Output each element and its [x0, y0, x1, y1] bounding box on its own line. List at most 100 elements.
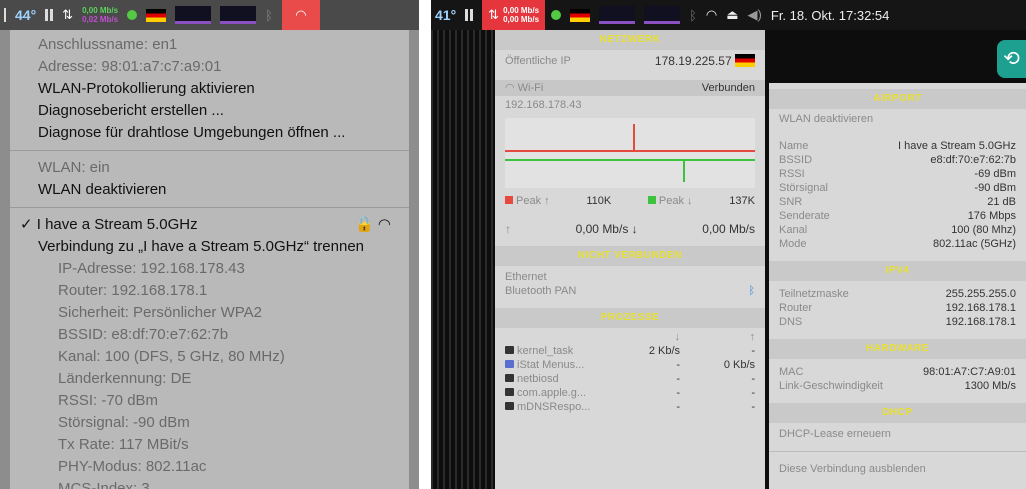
section-header-airport: AIRPORT	[769, 89, 1026, 109]
status-dot-icon	[551, 10, 562, 20]
process-name: netbiosd	[517, 373, 559, 385]
divider	[10, 150, 409, 151]
wifi-icon: ◠	[505, 82, 515, 94]
rate-up: 0,00 Mb/s	[82, 6, 119, 15]
rate-down: 0,02 Mb/s	[82, 15, 119, 24]
ipv4-value: 192.168.178.1	[945, 302, 1016, 314]
datetime[interactable]: Fr. 18. Okt. 17:32:54	[771, 8, 890, 23]
right-screenshot: ⟲ 41° ⇅ 0,00 Mb/s 0,00 Mb/s ᛒ ◠ ⏏ ◀) Fr.…	[431, 0, 1026, 489]
airport-value: I have a Stream 5.0GHz	[898, 140, 1016, 152]
download-column-icon: ↓	[674, 331, 681, 343]
section-header-nicht-verbunden: NICHT VERBUNDEN	[495, 246, 765, 266]
detail-ip: IP-Adresse: 192.168.178.43	[58, 260, 245, 277]
airport-row: RSSI -69 dBm	[769, 167, 1026, 181]
rate-down: 0,00 Mb/s	[503, 15, 540, 24]
wifi-row[interactable]: ◠ Wi-Fi Verbunden	[495, 80, 765, 96]
download-spike	[683, 160, 685, 182]
temperature-readout[interactable]: 41°	[435, 7, 456, 23]
wifi-status: WLAN: ein	[38, 159, 110, 176]
network-rates[interactable]: 0,00 Mb/s 0,02 Mb/s	[82, 6, 118, 24]
cpu-graph-icon[interactable]	[175, 6, 212, 24]
time-machine-icon[interactable]: ⟲	[997, 40, 1026, 78]
network-panel: NETZWERK Öffentliche IP 178.19.225.57 ◠ …	[495, 30, 765, 489]
bluetooth-pan-label: Bluetooth PAN	[505, 285, 577, 297]
memory-graph-icon[interactable]	[220, 6, 257, 24]
memory-bars-icon[interactable]	[45, 9, 54, 21]
germany-flag-icon	[570, 8, 591, 22]
process-name: kernel_task	[517, 345, 574, 357]
app-icon	[505, 360, 514, 368]
airport-row: SNR 21 dB	[769, 195, 1026, 209]
open-wireless-diagnostics[interactable]: Diagnose für drahtlose Umgebungen öffnen…	[10, 122, 409, 144]
peak-up-label: Peak ↑	[516, 195, 550, 207]
bluetooth-icon[interactable]: ᛒ	[689, 8, 697, 23]
detail-noise: Störsignal: -90 dBm	[58, 414, 190, 431]
disable-wifi[interactable]: WLAN deaktivieren	[10, 179, 409, 201]
detail-bssid: BSSID: e8:df:70:e7:62:7b	[58, 326, 229, 343]
temperature-readout[interactable]: 44°	[15, 7, 36, 23]
app-icon	[505, 402, 514, 410]
deactivate-wifi: WLAN deaktivieren	[779, 113, 874, 125]
section-header-dhcp: DHCP	[769, 403, 1026, 423]
ipv4-row: Teilnetzmaske 255.255.255.0	[769, 287, 1026, 301]
network-rates[interactable]: ⇅ 0,00 Mb/s 0,00 Mb/s	[482, 0, 546, 30]
local-ip: 192.168.178.43	[505, 99, 582, 111]
hardware-label: Link-Geschwindigkeit	[779, 380, 883, 392]
process-down: 2 Kb/s	[648, 345, 680, 357]
airport-label: SNR	[779, 196, 803, 208]
divider	[10, 207, 409, 208]
memory-bars-icon[interactable]	[465, 9, 474, 21]
network-item[interactable]: ✓ I have a Stream 5.0GHz 🔒 ◠	[10, 214, 409, 236]
cpu-icon[interactable]: ⇅	[62, 7, 73, 23]
process-down: -	[676, 401, 680, 413]
airport-row: Name I have a Stream 5.0GHz	[769, 139, 1026, 153]
deactivate-wifi-row[interactable]: WLAN deaktivieren	[769, 109, 1026, 129]
wifi-icon[interactable]: ◠	[706, 7, 717, 23]
upload-spike	[633, 124, 635, 151]
ipv4-value: 255.255.255.0	[945, 288, 1016, 300]
ethernet-row[interactable]: Ethernet	[495, 270, 765, 284]
ipv4-value: 192.168.178.1	[945, 316, 1016, 328]
disconnect-network[interactable]: Verbindung zu „I have a Stream 5.0GHz“ t…	[10, 236, 409, 258]
download-legend-icon	[647, 196, 656, 204]
network-name: ✓ I have a Stream 5.0GHz	[20, 216, 198, 233]
process-down: -	[676, 387, 680, 399]
memory-graph-icon[interactable]	[644, 6, 681, 24]
hide-connection-row[interactable]: Diese Verbindung ausblenden	[769, 458, 1026, 480]
ipv4-row: DNS 192.168.178.1	[769, 315, 1026, 329]
divider	[769, 451, 1026, 452]
hardware-label: MAC	[779, 366, 804, 378]
process-up: -	[751, 387, 755, 399]
hardware-value: 1300 Mb/s	[964, 380, 1016, 392]
dhcp-renew-row[interactable]: DHCP-Lease erneuern	[769, 423, 1026, 445]
enable-wifi-logging[interactable]: WLAN-Protokollierung aktivieren	[10, 78, 409, 100]
cpu-graph-icon[interactable]	[599, 6, 636, 24]
section-header-ipv4: IPV4	[769, 261, 1026, 281]
process-down: -	[676, 373, 680, 385]
process-up: -	[751, 401, 755, 413]
bluetooth-icon[interactable]: ᛒ	[265, 8, 273, 23]
airport-value: -69 dBm	[974, 168, 1016, 180]
hardware-row: MAC 98:01:A7:C7:A9:01	[769, 365, 1026, 379]
airport-value: 802.11ac (5GHz)	[933, 238, 1016, 250]
process-name: com.apple.g...	[517, 387, 587, 399]
bluetooth-pan-row[interactable]: Bluetooth PAN ᛒ	[495, 284, 765, 298]
detail-phy: PHY-Modus: 802.11ac	[58, 458, 207, 475]
airport-value: 176 Mbps	[967, 210, 1016, 222]
process-name: iStat Menus...	[517, 359, 585, 371]
eject-icon[interactable]: ⏏	[726, 7, 738, 23]
section-header-prozesse: PROZESSE	[495, 308, 765, 328]
wifi-icon[interactable]: ◠	[281, 0, 320, 30]
status-dot-icon	[127, 10, 138, 20]
airport-value: -90 dBm	[974, 182, 1016, 194]
left-screenshot: 44° ⇅ 0,00 Mb/s 0,02 Mb/s ᛒ ◠ Anschlussn…	[0, 0, 419, 489]
create-diagnostic-report[interactable]: Diagnosebericht erstellen ...	[10, 100, 409, 122]
detail-txrate: Tx Rate: 117 MBit/s	[58, 436, 189, 453]
process-down: -	[676, 359, 680, 371]
process-row: mDNSRespo... - -	[495, 400, 765, 414]
ipv4-label: Router	[779, 302, 813, 314]
process-up: -	[751, 373, 755, 385]
volume-icon[interactable]: ◀)	[748, 7, 762, 23]
peak-up-value: 110K	[586, 195, 612, 207]
process-row: iStat Menus... - 0 Kb/s	[495, 358, 765, 372]
